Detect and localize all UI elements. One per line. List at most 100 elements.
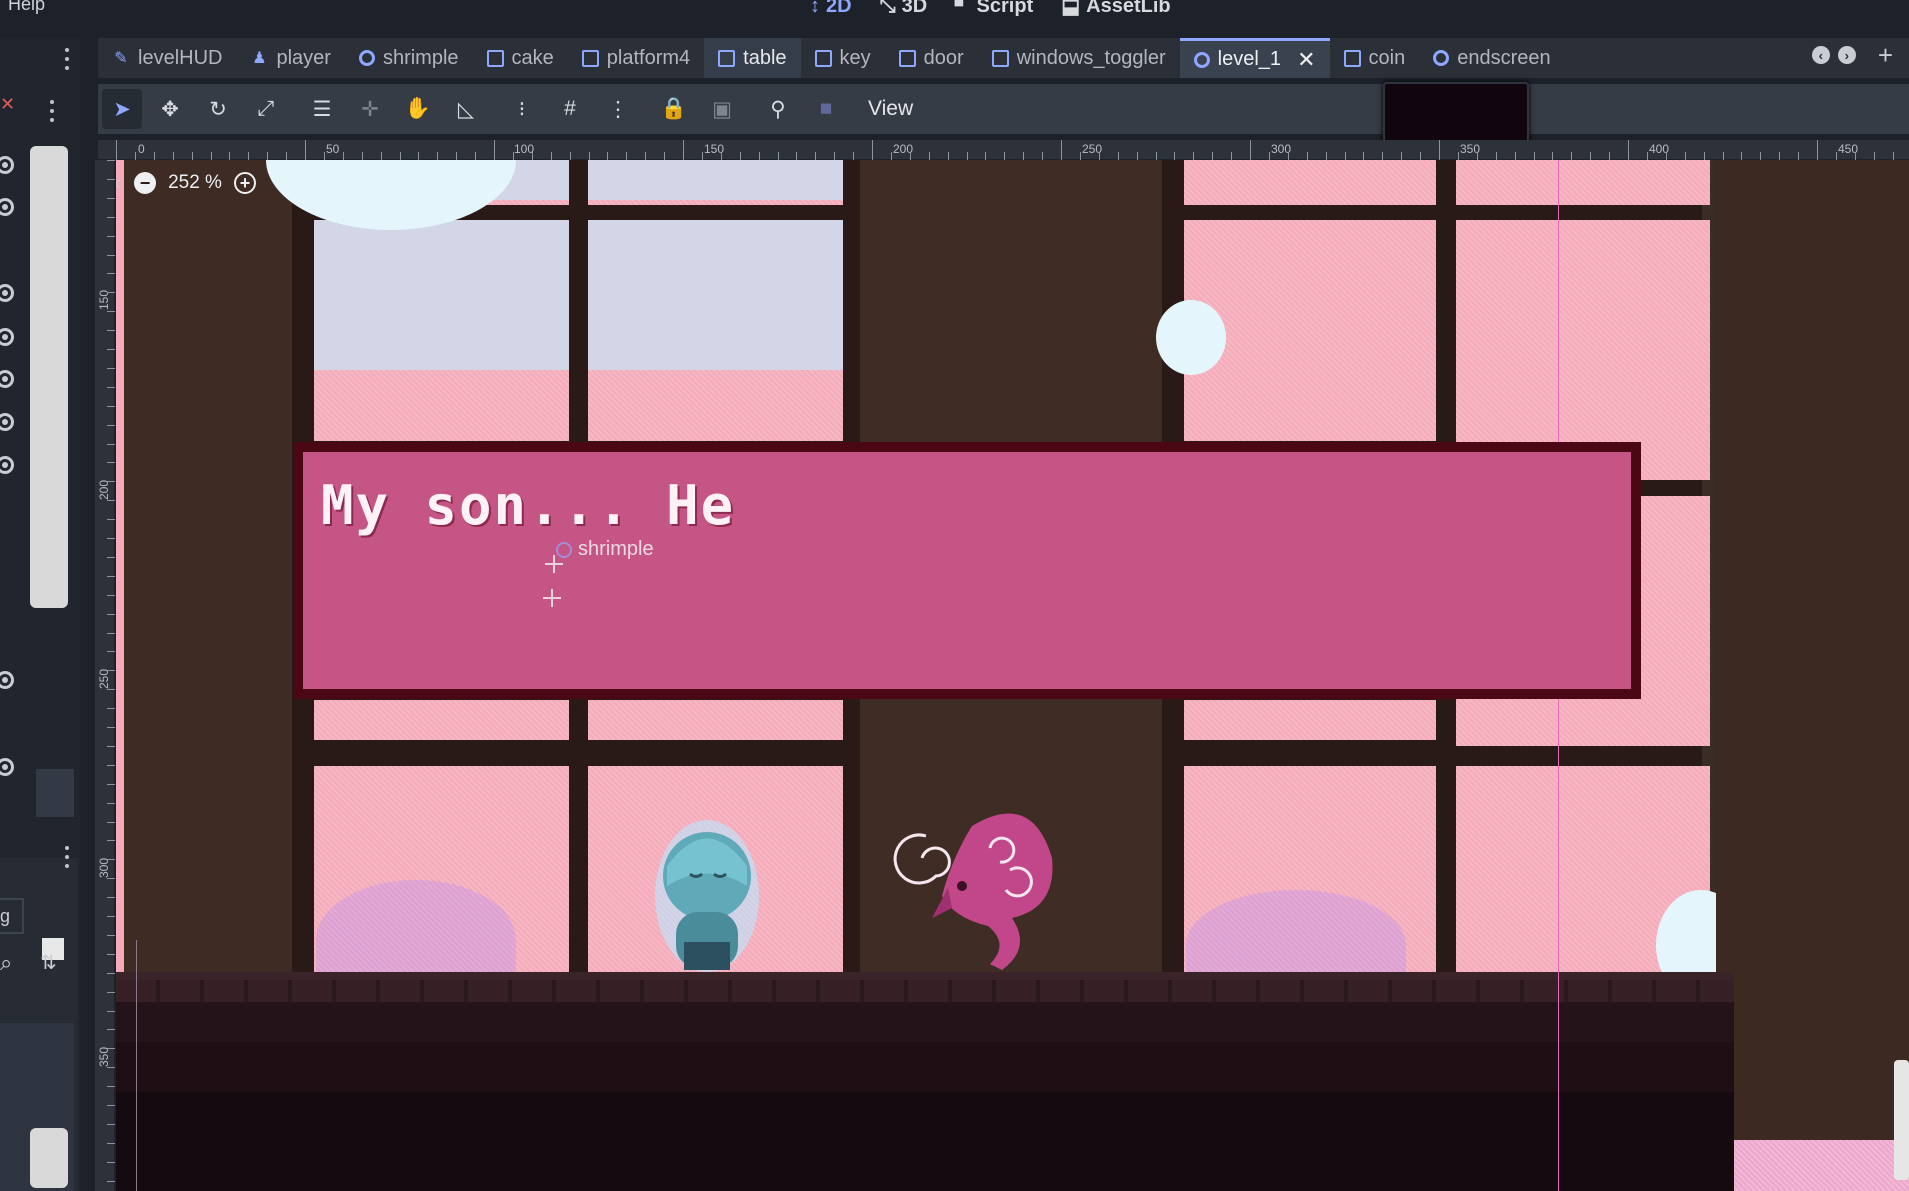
- ruler-tick: [1892, 152, 1894, 160]
- ruler-tick: [1420, 152, 1422, 160]
- ruler-tick: [107, 651, 115, 653]
- ruler-tick: [1061, 140, 1062, 160]
- ruler-tick: [1609, 152, 1611, 160]
- view-menu[interactable]: View: [868, 97, 913, 121]
- shrimple-sprite[interactable]: [892, 798, 1072, 974]
- grid-snap-icon[interactable]: #: [550, 89, 590, 129]
- ruler-tick: [107, 160, 115, 161]
- dialogue-box[interactable]: My son... He: [293, 442, 1641, 699]
- viewport-scrollbar[interactable]: [1894, 1060, 1909, 1180]
- tab-key[interactable]: key: [801, 38, 885, 78]
- dock-menu-icon[interactable]: [65, 48, 69, 70]
- tab-platform4[interactable]: platform4: [568, 38, 704, 78]
- list-select-icon[interactable]: ☰: [302, 89, 342, 129]
- camera-override-icon[interactable]: ■: [806, 89, 846, 129]
- ruler-tick: [683, 140, 684, 160]
- select-mode-icon[interactable]: ➤: [102, 89, 142, 129]
- collapse-icon[interactable]: ›‹: [116, 173, 124, 194]
- visibility-icon[interactable]: [0, 198, 14, 216]
- pivot-mode-icon[interactable]: ✛: [350, 89, 390, 129]
- workspace-script-button[interactable]: ▘ Script: [955, 0, 1033, 19]
- workspace-2d-button[interactable]: ↕ 2D: [810, 0, 852, 19]
- rotate-mode-icon[interactable]: ↻: [198, 89, 238, 129]
- pivot-icon[interactable]: [545, 555, 563, 573]
- character-icon: ♟: [252, 50, 267, 67]
- workspace-3d-button[interactable]: ⤡ 3D: [880, 0, 928, 19]
- tab-endscreen[interactable]: endscreen: [1419, 38, 1564, 78]
- canvas-viewport[interactable]: ›‹ − 252 % + My son... He shrimple: [116, 160, 1909, 1191]
- tab-door[interactable]: door: [885, 38, 978, 78]
- visibility-icon[interactable]: [0, 413, 14, 431]
- group-icon[interactable]: ▣: [702, 89, 742, 129]
- ruler-tick: [1382, 152, 1384, 160]
- ruler-tick: [286, 152, 288, 160]
- file-list-scrollbar[interactable]: [30, 1128, 68, 1188]
- ruler-tick: [626, 152, 628, 160]
- ruler-mode-icon[interactable]: ◺: [446, 89, 486, 129]
- chevron-right-icon[interactable]: ›: [1837, 46, 1856, 64]
- tab-table[interactable]: table: [704, 38, 801, 78]
- ruler-tick: [1835, 152, 1837, 160]
- visibility-icon[interactable]: [0, 456, 14, 474]
- visibility-icon[interactable]: [0, 758, 14, 776]
- pink-edge: [116, 160, 124, 972]
- chevron-left-icon[interactable]: ‹: [1811, 46, 1830, 64]
- tab-shrimple[interactable]: shrimple: [345, 38, 473, 78]
- move-mode-icon[interactable]: ✥: [150, 89, 190, 129]
- ruler-tick: [107, 840, 115, 842]
- sort-icon[interactable]: ⇅: [40, 950, 57, 975]
- player-sprite[interactable]: [652, 816, 762, 974]
- help-menu[interactable]: Help: [8, 0, 45, 15]
- zoom-level[interactable]: 252 %: [166, 172, 224, 194]
- tab-level-1[interactable]: level_1 ✕: [1179, 38, 1330, 78]
- vertical-ruler: 150 200 250 300 350: [95, 160, 115, 1191]
- lock-icon[interactable]: 🔒: [654, 89, 694, 129]
- add-scene-icon[interactable]: +: [1878, 42, 1893, 68]
- smart-snap-icon[interactable]: ⁝: [502, 89, 542, 129]
- ruler-label: 0: [138, 142, 145, 156]
- ruler-tick: [1117, 152, 1119, 160]
- bone-icon[interactable]: ⚲: [758, 89, 798, 129]
- tab-label: key: [839, 46, 871, 69]
- scene-tree-scrollbar[interactable]: [30, 146, 68, 608]
- tree-options-icon[interactable]: [50, 100, 54, 122]
- zoom-in-button[interactable]: +: [234, 172, 256, 194]
- tab-coin[interactable]: coin: [1330, 38, 1420, 78]
- search-icon[interactable]: ⌕: [0, 950, 12, 976]
- pivot-icon[interactable]: [543, 589, 561, 607]
- scale-mode-icon[interactable]: ⤢: [246, 89, 286, 129]
- ruler-tick: [1136, 152, 1138, 160]
- tab-levelhud[interactable]: ✎ levelHUD: [98, 38, 236, 78]
- visibility-icon[interactable]: [0, 328, 14, 346]
- ruler-tick: [1628, 140, 1629, 160]
- pan-mode-icon[interactable]: ✋: [398, 89, 438, 129]
- ruler-tick: [985, 152, 987, 160]
- ruler-tick: [107, 897, 115, 899]
- filesystem-menu-icon[interactable]: [65, 846, 69, 868]
- remove-node-icon[interactable]: ✕: [0, 94, 16, 116]
- path-field[interactable]: g: [0, 898, 24, 934]
- visibility-icon[interactable]: [0, 284, 14, 302]
- tab-windows-toggler[interactable]: windows_toggler: [978, 38, 1180, 78]
- tab-player[interactable]: ♟ player: [236, 38, 344, 78]
- scene-tabs: ✎ levelHUD ♟ player shrimple cake platform…: [98, 38, 1909, 78]
- visibility-icon[interactable]: [0, 156, 14, 174]
- ruler-tick: [107, 764, 115, 766]
- workspace-3d-label: 3D: [901, 0, 928, 17]
- snap-options-icon[interactable]: ⋮: [598, 89, 638, 129]
- zoom-out-button[interactable]: −: [134, 172, 156, 194]
- ruler-tick: [380, 152, 382, 160]
- close-icon[interactable]: ✕: [1297, 47, 1315, 73]
- tab-cake[interactable]: cake: [473, 38, 568, 78]
- ruler-tick: [853, 152, 855, 160]
- ruler-tick: [1363, 152, 1365, 160]
- control-icon: ✎: [114, 50, 128, 67]
- visibility-icon[interactable]: [0, 671, 14, 689]
- ruler-tick: [1042, 152, 1044, 160]
- visibility-icon[interactable]: [0, 370, 14, 388]
- ruler-tick: [1533, 152, 1535, 160]
- workspace-assetlib-button[interactable]: ⬓ AssetLib: [1061, 0, 1170, 19]
- ruler-tick: [267, 152, 269, 160]
- tab-label: level_1: [1217, 48, 1282, 70]
- ruler-tick: [1306, 152, 1308, 160]
